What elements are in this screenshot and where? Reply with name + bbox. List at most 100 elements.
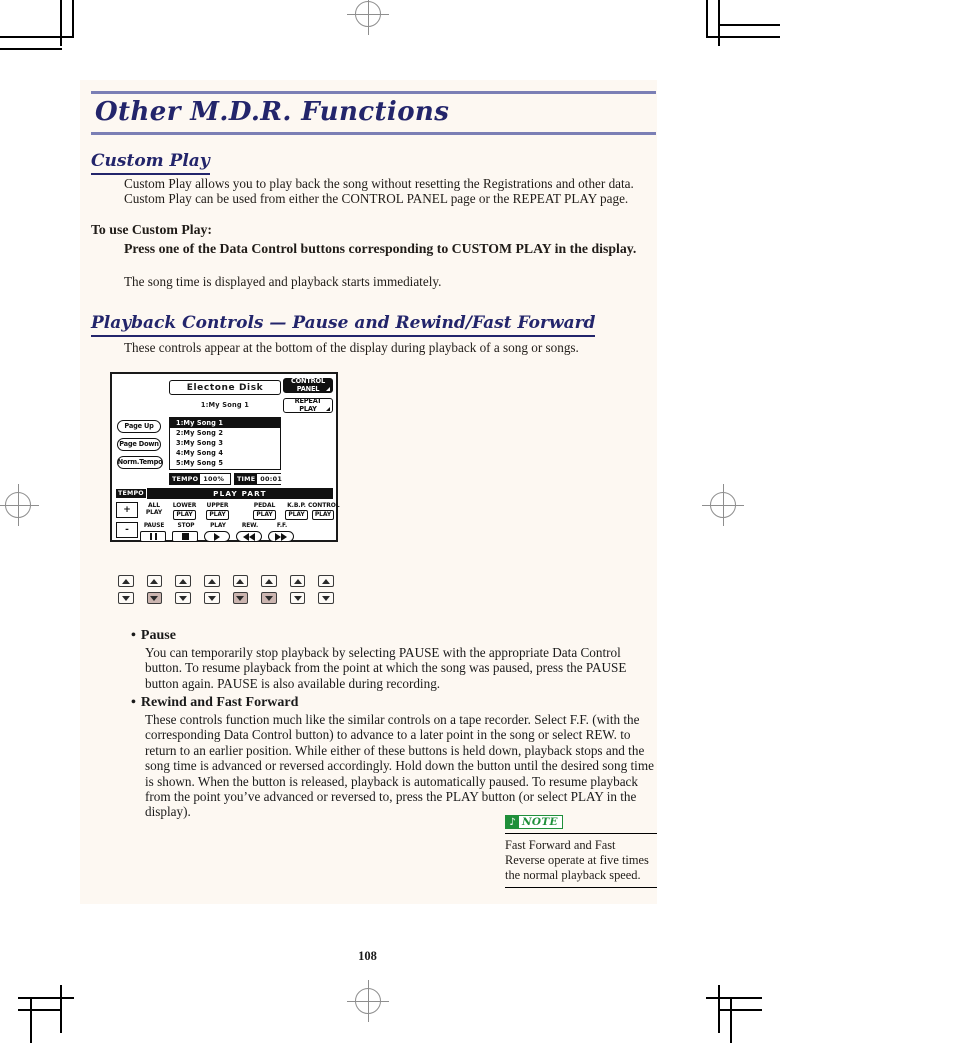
note-text: Fast Forward and Fast Reverse operate at…	[505, 838, 649, 882]
bullet-rewff-title: • Rewind and Fast Forward	[131, 695, 661, 711]
crop-mark-bottom-left-horizontal-2	[18, 1009, 62, 1011]
part-all-sub: PLAY	[145, 509, 163, 516]
part-lower-caption: LOWER	[172, 502, 197, 509]
data-control-button-panel	[118, 575, 334, 609]
data-control-up-button[interactable]	[261, 575, 277, 587]
transport-pause[interactable]: PAUSE	[140, 523, 168, 542]
transport-play[interactable]: PLAY	[204, 523, 232, 542]
data-control-up-button[interactable]	[203, 575, 220, 587]
part-control-sub[interactable]: PLAY	[311, 510, 335, 520]
transport-stop-caption: STOP	[177, 523, 195, 529]
data-control-down-button[interactable]	[261, 592, 277, 604]
tempo-meter: TEMPO 100%	[169, 473, 231, 485]
list-item[interactable]: 3:My Song 3	[170, 438, 280, 448]
fast-forward-icon[interactable]	[268, 531, 294, 542]
data-control-up-button[interactable]	[318, 575, 334, 587]
part-upper-play[interactable]: UPPER PLAY	[202, 502, 233, 520]
play-part-label: PLAY PART	[213, 489, 267, 498]
bullet-rewind-fast-forward: • Rewind and Fast Forward These controls …	[131, 695, 661, 820]
time-meter: TIME 00:01	[234, 473, 286, 485]
lcd-song-list[interactable]: 1:My Song 1 2:My Song 2 3:My Song 3 4:My…	[169, 417, 281, 470]
part-upper-sub[interactable]: PLAY	[206, 510, 229, 520]
crop-mark-bottom-left-vertical-2	[30, 997, 32, 1043]
corner-triangle-icon	[326, 407, 330, 411]
list-item[interactable]: 5:My Song 5	[170, 458, 280, 468]
tempo-decrease-button[interactable]: -	[116, 522, 138, 538]
section-heading-custom-play: Custom Play	[91, 151, 210, 175]
chapter-rule-bottom	[91, 131, 656, 135]
bullet-pause-title-text: Pause	[140, 628, 176, 643]
crop-mark-top-left-horizontal	[0, 36, 74, 38]
data-control-up-button[interactable]	[232, 575, 249, 587]
list-item[interactable]: 1:My Song 1	[170, 418, 280, 428]
registration-mark-left	[0, 484, 39, 526]
lcd-button-page-down[interactable]: Page Down	[117, 438, 161, 451]
part-lower-sub[interactable]: PLAY	[173, 510, 196, 520]
transport-pause-caption: PAUSE	[143, 523, 165, 529]
lcd-button-control-panel[interactable]: CONTROL PANEL	[283, 377, 333, 393]
repeat-play-label-line2: PLAY	[299, 404, 317, 413]
note-box: ♪ NOTE Fast Forward and Fast Reverse ope…	[505, 815, 657, 888]
data-control-down-button[interactable]	[175, 592, 191, 604]
data-control-down-button[interactable]	[146, 592, 163, 604]
time-meter-label: TIME	[235, 474, 258, 484]
data-control-down-button[interactable]	[289, 592, 306, 604]
bullet-pause: • Pause You can temporarily stop playback…	[131, 628, 661, 691]
transport-play-caption: PLAY	[210, 523, 226, 529]
part-pedal-caption: PEDAL	[253, 502, 276, 509]
bullet-dot-icon: •	[131, 628, 136, 643]
note-badge-label: NOTE	[522, 815, 558, 828]
part-pedal-sub[interactable]: PLAY	[253, 510, 276, 520]
lcd-display-figure: Electone Disk 1:My Song 1 CONTROL PANEL …	[110, 372, 340, 542]
registration-mark-bottom	[347, 980, 389, 1022]
part-lower-play[interactable]: LOWER PLAY	[169, 502, 200, 520]
bullet-rewff-body: These controls function much like the si…	[145, 712, 654, 820]
music-note-icon: ♪	[506, 816, 519, 828]
lcd-meter-row: TEMPO 100% TIME 00:01	[169, 473, 286, 485]
crop-mark-top-right-horizontal-2	[720, 24, 780, 26]
custom-play-procedure-result: The song time is displayed and playback …	[124, 274, 442, 289]
stop-icon[interactable]	[172, 531, 198, 542]
bullet-pause-body: You can temporarily stop playback by sel…	[145, 645, 627, 691]
data-control-up-button[interactable]	[146, 575, 163, 587]
data-control-down-button[interactable]	[118, 592, 134, 604]
data-control-down-button[interactable]	[232, 592, 249, 604]
time-meter-value: 00:01	[257, 474, 286, 484]
data-control-up-button[interactable]	[118, 575, 134, 587]
part-all-play[interactable]: ALL PLAY	[140, 502, 168, 516]
play-part-tempo-chip: TEMPO	[115, 488, 147, 499]
lcd-current-song: 1:My Song 1	[200, 401, 250, 409]
tempo-meter-value: 100%	[200, 474, 228, 484]
registration-mark-top	[347, 0, 389, 35]
data-control-down-button[interactable]	[318, 592, 334, 604]
part-pedal-play[interactable]: PEDAL PLAY	[249, 502, 280, 520]
list-item[interactable]: 4:My Song 4	[170, 448, 280, 458]
lcd-button-page-up[interactable]: Page Up	[117, 420, 161, 433]
lcd-button-repeat-play[interactable]: REPEAT PLAY	[283, 397, 333, 413]
crop-mark-top-right-horizontal	[706, 36, 780, 38]
list-item[interactable]: 2:My Song 2	[170, 428, 280, 438]
crop-mark-bottom-right-vertical-2	[730, 997, 732, 1043]
transport-rewind[interactable]: REW.	[236, 523, 264, 542]
part-upper-caption: UPPER	[206, 502, 229, 509]
transport-stop[interactable]: STOP	[172, 523, 200, 542]
part-control-play[interactable]: CONTROL PLAY	[308, 502, 340, 520]
rewind-icon[interactable]	[236, 531, 262, 542]
corner-triangle-icon	[326, 387, 330, 391]
control-panel-label-line2: PANEL	[296, 384, 320, 393]
data-control-down-button[interactable]	[203, 592, 220, 604]
tempo-increase-button[interactable]: +	[116, 502, 138, 518]
lcd-button-norm-tempo[interactable]: Norm.Tempo	[117, 456, 163, 469]
crop-mark-bottom-right-horizontal-2	[718, 1009, 762, 1011]
pause-icon[interactable]	[140, 531, 166, 542]
lcd-disk-title: Electone Disk	[169, 380, 281, 395]
custom-play-procedure-step: Press one of the Data Control buttons co…	[124, 241, 637, 256]
part-kbp-sub[interactable]: PLAY	[285, 510, 308, 520]
note-divider-bottom	[505, 887, 657, 888]
note-badge-row: ♪ NOTE	[505, 815, 657, 829]
bullet-pause-title: • Pause	[131, 628, 661, 644]
data-control-up-button[interactable]	[175, 575, 191, 587]
play-icon[interactable]	[204, 531, 230, 542]
transport-fast-forward[interactable]: F.F.	[268, 523, 296, 542]
data-control-up-button[interactable]	[289, 575, 306, 587]
